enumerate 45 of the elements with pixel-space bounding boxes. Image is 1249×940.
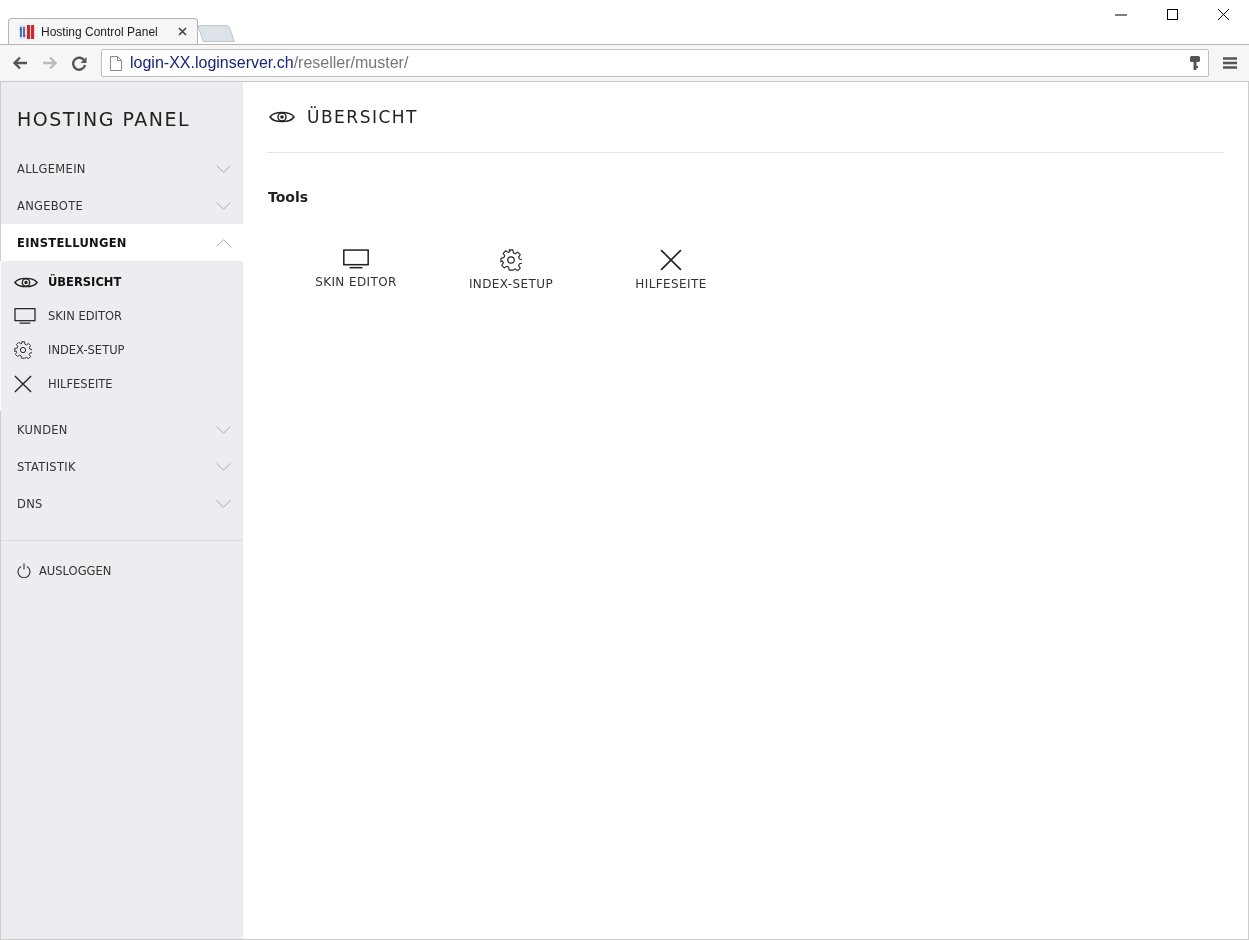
url-text: login-XX.loginserver.ch/reseller/muster/ (130, 54, 409, 72)
browser-tab[interactable]: Hosting Control Panel (8, 18, 198, 44)
reload-icon[interactable] (72, 55, 87, 71)
monitor-icon (14, 308, 36, 324)
monitor-icon (343, 249, 369, 269)
chevron-down-icon (216, 462, 231, 471)
back-arrow-icon[interactable] (12, 56, 28, 70)
submenu-item[interactable]: INDEX-SETUP (1, 333, 243, 367)
submenu-item[interactable]: ÜBERSICHT (1, 265, 243, 299)
submenu-item[interactable]: HILFESEITE (1, 367, 243, 401)
power-icon (17, 563, 31, 578)
logo-icon (19, 24, 35, 39)
chevron-up-icon (216, 238, 231, 247)
eye-icon (14, 275, 38, 289)
page-title: ÜBERSICHT (307, 107, 418, 127)
tool-link[interactable]: HILFESEITE (591, 249, 751, 291)
menu-section[interactable]: EINSTELLUNGEN (1, 224, 243, 261)
menu-section[interactable]: ALLGEMEIN (1, 150, 243, 187)
cross-icon (660, 249, 682, 271)
tool-link[interactable]: INDEX-SETUP (431, 249, 591, 291)
section-heading: Tools (268, 189, 310, 205)
menu-icon[interactable] (1223, 57, 1237, 69)
tool-link[interactable]: SKIN EDITOR (281, 249, 431, 291)
gear-icon (500, 249, 522, 271)
address-bar[interactable]: login-XX.loginserver.ch/reseller/muster/ (101, 49, 1209, 77)
app-title: HOSTING PANEL (16, 107, 192, 132)
gear-icon (14, 341, 32, 359)
cross-icon (14, 375, 32, 393)
submenu-item[interactable]: SKIN EDITOR (1, 299, 243, 333)
page-icon (110, 55, 122, 71)
chevron-down-icon (216, 164, 231, 173)
menu-section[interactable]: KUNDEN (1, 411, 243, 448)
close-icon[interactable] (1218, 9, 1229, 20)
close-icon[interactable] (178, 27, 187, 36)
chevron-down-icon (216, 201, 231, 210)
menu-section[interactable]: ANGEBOTE (1, 187, 243, 224)
menu-section[interactable]: DNS (1, 485, 243, 522)
eye-icon (269, 110, 295, 124)
tab-title: Hosting Control Panel (41, 24, 159, 39)
chevron-down-icon (216, 499, 231, 508)
maximize-icon[interactable] (1167, 9, 1178, 20)
menu-section[interactable]: STATISTIK (1, 448, 243, 485)
chevron-down-icon (216, 425, 231, 434)
logout-link[interactable]: AUSLOGGEN (1, 541, 243, 600)
key-icon[interactable] (1190, 55, 1200, 71)
